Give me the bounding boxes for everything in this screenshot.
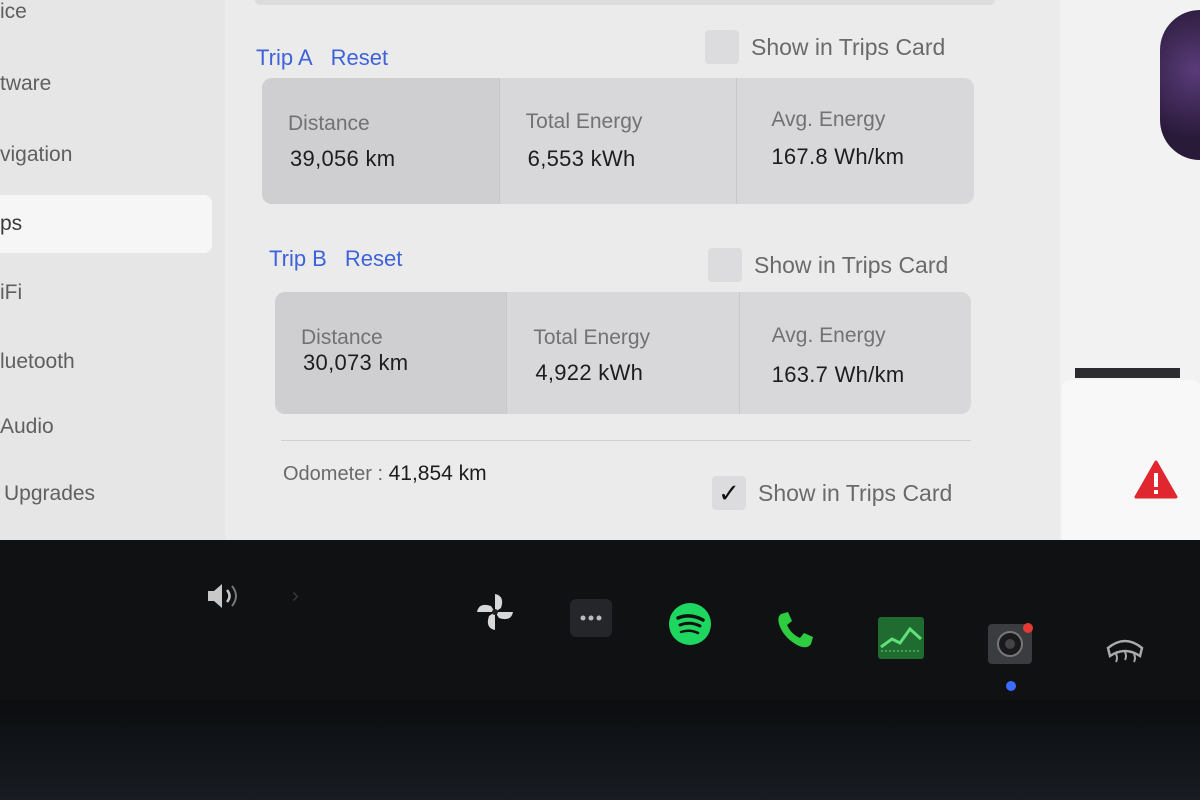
sidebar-item-label: ps xyxy=(0,212,23,235)
odometer: Odometer : 41,854 km xyxy=(283,462,487,486)
warning-icon[interactable] xyxy=(1134,460,1178,500)
sidebar-item-trips[interactable]: ps xyxy=(0,195,212,253)
volume-icon[interactable]: ‹ xyxy=(200,580,252,612)
avg-energy-label: Avg. Energy xyxy=(771,108,886,131)
trip-b-total-energy: Total Energy 4,922 kWh xyxy=(507,292,740,414)
spotify-icon[interactable] xyxy=(668,602,712,646)
energy-chart-icon[interactable] xyxy=(878,617,924,659)
sidebar-item-label: tware xyxy=(0,72,52,95)
odometer-label: Odometer : xyxy=(283,463,384,485)
distance-value: 30,073 km xyxy=(303,350,409,375)
more-icon xyxy=(580,615,602,621)
trip-a-total-energy: Total Energy 6,553 kWh xyxy=(500,78,738,204)
trip-b-header: Trip B Reset xyxy=(269,246,402,272)
volume-up-chevron-icon[interactable]: › xyxy=(292,585,299,608)
distance-label: Distance xyxy=(301,326,383,349)
trip-a-distance: Distance 39,056 km xyxy=(262,78,500,204)
sidebar-item-label: luetooth xyxy=(0,350,75,373)
sidebar-item-navigation[interactable]: vigation xyxy=(0,135,72,175)
distance-label: Distance xyxy=(288,112,370,135)
odometer-checkbox[interactable]: ✓ xyxy=(712,476,746,510)
total-energy-label: Total Energy xyxy=(525,110,643,133)
trip-b-show-label: Show in Trips Card xyxy=(754,251,949,278)
total-energy-value: 4,922 kWh xyxy=(535,360,644,385)
car-image-fragment xyxy=(1160,10,1200,160)
top-card-edge xyxy=(255,0,995,5)
camera-icon[interactable] xyxy=(988,622,1036,666)
trip-b-distance: Distance 30,073 km xyxy=(275,292,508,414)
trip-b-reset-button[interactable]: Reset xyxy=(345,246,402,271)
active-indicator-dot xyxy=(1006,681,1016,691)
phone-icon[interactable] xyxy=(773,608,817,652)
trip-b-avg-energy: Avg. Energy 163.7 Wh/km xyxy=(740,292,971,414)
sidebar-item-label: ice xyxy=(0,0,27,23)
trip-a-show-toggle[interactable]: Show in Trips Card xyxy=(705,30,945,64)
trip-b-card: Distance 30,073 km Total Energy 4,922 kW… xyxy=(275,292,971,414)
avg-energy-label: Avg. Energy xyxy=(771,324,886,347)
odometer-show-label: Show in Trips Card xyxy=(758,479,953,506)
total-energy-label: Total Energy xyxy=(533,326,651,349)
trip-a-checkbox[interactable] xyxy=(705,30,739,64)
total-energy-value: 6,553 kWh xyxy=(527,146,636,171)
trips-panel: Trip A Reset Show in Trips Card Distance … xyxy=(225,0,1065,600)
more-apps-button[interactable] xyxy=(570,599,612,637)
section-divider xyxy=(281,440,971,441)
rear-defrost-icon[interactable] xyxy=(1104,636,1146,668)
settings-sidebar: ice tware vigation ps iFi luetooth Audio… xyxy=(0,0,225,560)
sidebar-item-service[interactable]: ice xyxy=(0,0,27,32)
sidebar-item-upgrades[interactable]: Upgrades xyxy=(4,474,95,514)
trip-a-card: Distance 39,056 km Total Energy 6,553 kW… xyxy=(262,78,974,204)
sidebar-item-label: iFi xyxy=(0,281,23,304)
sidebar-item-label: Audio xyxy=(0,415,54,438)
sidebar-item-bluetooth[interactable]: luetooth xyxy=(0,342,75,382)
sidebar-item-software[interactable]: tware xyxy=(0,64,51,104)
trip-b-checkbox[interactable] xyxy=(708,248,742,282)
trip-a-reset-button[interactable]: Reset xyxy=(331,45,388,70)
sidebar-item-audio[interactable]: Audio xyxy=(0,407,54,447)
trip-b-show-toggle[interactable]: Show in Trips Card xyxy=(708,248,948,282)
trip-a-title: Trip A xyxy=(256,45,313,70)
distance-value: 39,056 km xyxy=(290,146,396,171)
fan-icon[interactable] xyxy=(473,590,517,634)
right-panel-bar xyxy=(1075,368,1180,378)
trip-a-header: Trip A Reset xyxy=(256,45,388,71)
sidebar-item-label: Upgrades xyxy=(4,482,96,505)
avg-energy-value: 167.8 Wh/km xyxy=(771,144,905,169)
dock-lower-bezel xyxy=(0,700,1200,800)
trip-a-show-label: Show in Trips Card xyxy=(751,33,946,60)
odometer-show-toggle[interactable]: ✓ Show in Trips Card xyxy=(712,476,952,510)
trip-a-avg-energy: Avg. Energy 167.8 Wh/km xyxy=(737,78,974,204)
sidebar-item-label: vigation xyxy=(0,143,73,166)
avg-energy-value: 163.7 Wh/km xyxy=(771,362,905,387)
settings-screen: ice tware vigation ps iFi luetooth Audio… xyxy=(0,0,1200,604)
sidebar-item-wifi[interactable]: iFi xyxy=(0,273,22,313)
odometer-value: 41,854 km xyxy=(388,462,487,485)
trip-b-title: Trip B xyxy=(269,246,327,271)
